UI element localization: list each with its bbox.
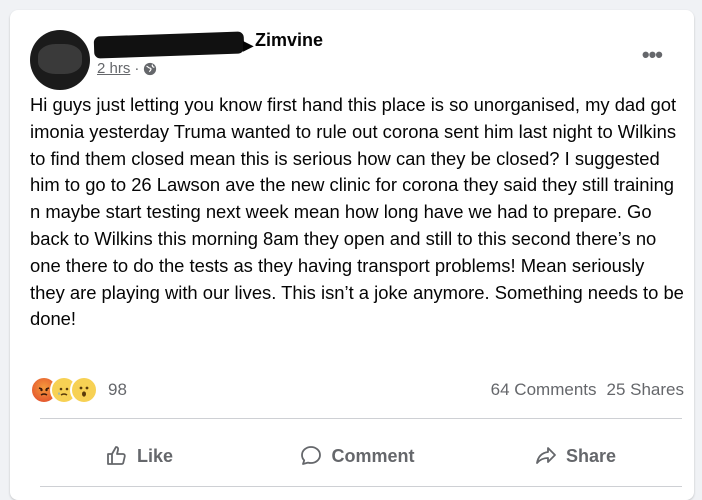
comments-count-link[interactable]: 64 Comments [491, 380, 597, 400]
comment-bubble-icon [301, 446, 322, 465]
like-label: Like [136, 445, 174, 466]
like-button[interactable]: Like [30, 434, 248, 478]
share-label: Share [565, 445, 617, 466]
comment-label: Comment [331, 445, 415, 466]
meta-separator: · [134, 60, 140, 77]
share-arrow-icon [536, 447, 556, 464]
share-button[interactable]: Share [466, 434, 684, 478]
thumbs-up-icon [107, 446, 126, 465]
post-meta: 2 hrs · [97, 60, 157, 77]
post-body: Hi guys just letting you know first hand… [30, 94, 690, 330]
globe-icon[interactable] [143, 62, 157, 76]
avatar[interactable] [30, 30, 90, 90]
engagement-stats: 64 Comments 25 Shares [491, 380, 684, 400]
timestamp-link[interactable]: 2 hrs [97, 60, 130, 77]
redacted-author-name [93, 31, 245, 59]
reactions-row: 98 64 Comments 25 Shares [30, 376, 684, 404]
post-card: ▶ Zimvine 2 hrs · ••• Hi guys just letti… [10, 10, 694, 500]
more-options-icon[interactable]: ••• [642, 42, 663, 68]
reaction-count[interactable]: 98 [108, 380, 127, 400]
divider-bottom [40, 486, 682, 487]
reaction-emojis[interactable] [30, 376, 98, 404]
group-name-link[interactable]: Zimvine [255, 30, 323, 51]
divider-top [40, 418, 682, 419]
comment-button[interactable]: Comment [248, 434, 466, 478]
wow-emoji-icon [70, 376, 98, 404]
post-actions: Like Comment Share [30, 430, 684, 482]
shares-count-link[interactable]: 25 Shares [607, 380, 685, 400]
caret-right-icon: ▶ [243, 37, 254, 53]
